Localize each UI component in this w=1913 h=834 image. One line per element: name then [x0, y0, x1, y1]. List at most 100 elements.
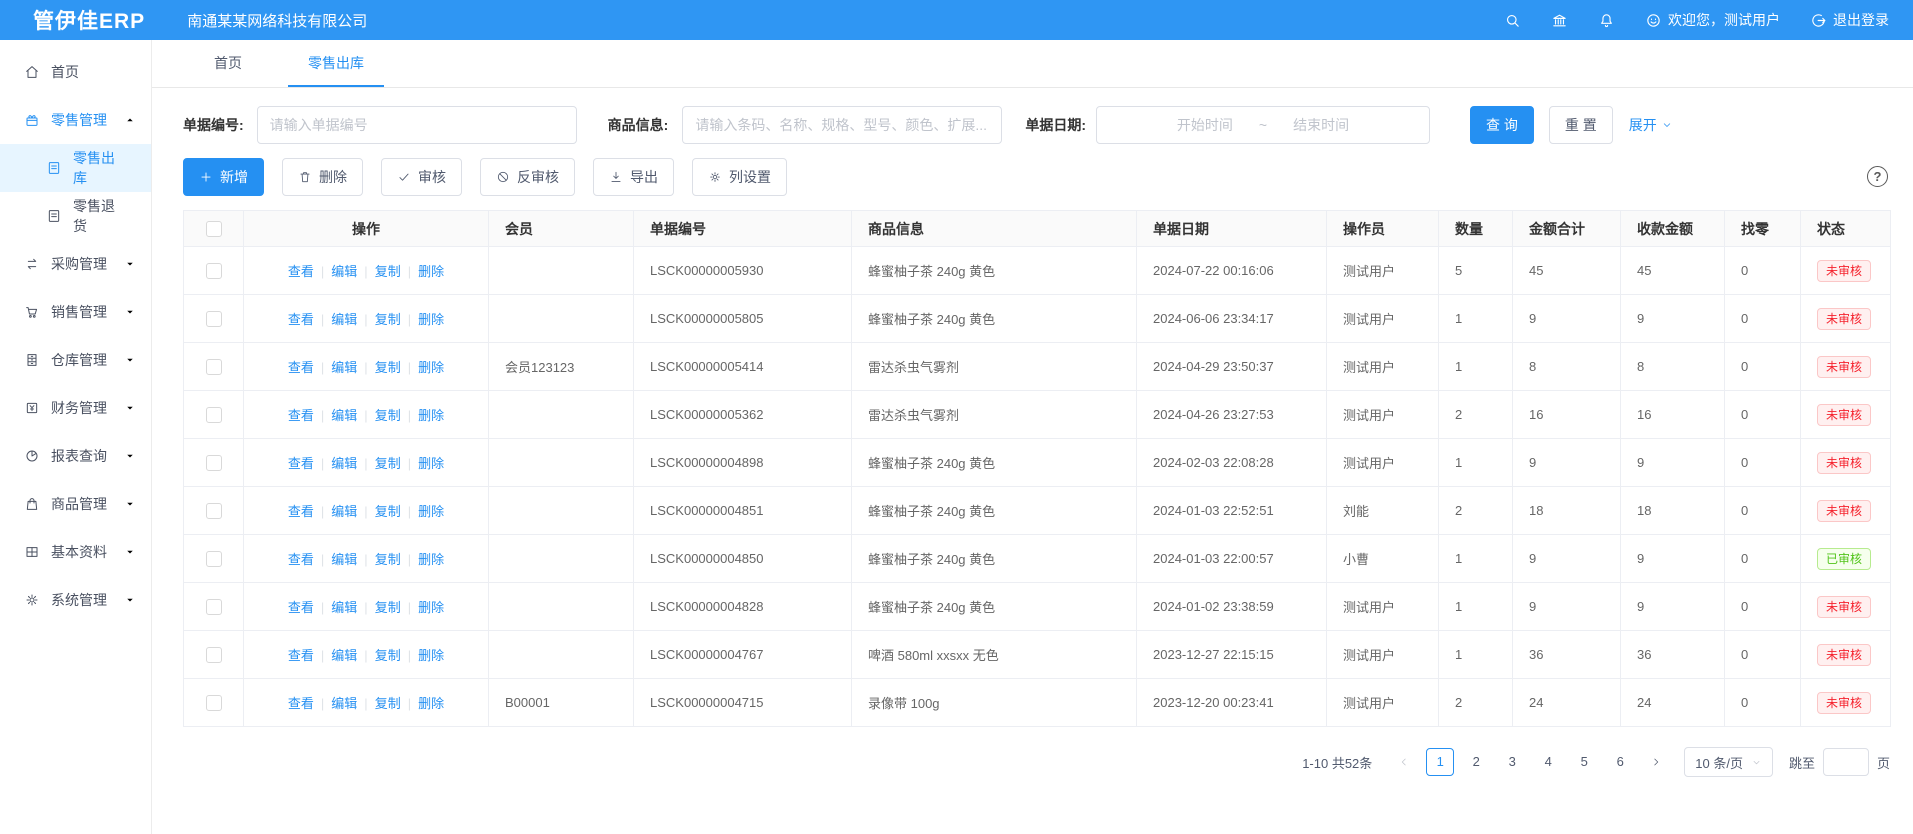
delete-link[interactable]: 删除 — [418, 360, 444, 375]
unaudit-button[interactable]: 反审核 — [480, 158, 575, 196]
sidebar-item-home[interactable]: 首页 — [0, 48, 151, 96]
copy-link[interactable]: 复制 — [375, 360, 401, 375]
header-platform-button[interactable] — [1551, 12, 1568, 29]
row-checkbox[interactable] — [206, 359, 222, 375]
header-search-button[interactable] — [1504, 12, 1521, 29]
sidebar-item-warehouse[interactable]: 仓库管理 — [0, 336, 151, 384]
edit-link[interactable]: 编辑 — [331, 504, 357, 519]
sidebar-item-report[interactable]: 报表查询 — [0, 432, 151, 480]
sidebar-item-label: 销售管理 — [51, 302, 107, 322]
header-notification-button[interactable] — [1598, 12, 1615, 29]
view-link[interactable]: 查看 — [288, 264, 314, 279]
edit-link[interactable]: 编辑 — [331, 600, 357, 615]
edit-link[interactable]: 编辑 — [331, 696, 357, 711]
tab-home[interactable]: 首页 — [194, 40, 262, 87]
logout-button[interactable]: 退出登录 — [1810, 10, 1889, 30]
delete-link[interactable]: 删除 — [418, 408, 444, 423]
row-checkbox[interactable] — [206, 263, 222, 279]
page-button-5[interactable]: 5 — [1570, 748, 1598, 776]
tab-retail-outbound[interactable]: 零售出库 — [288, 40, 384, 87]
page-button-4[interactable]: 4 — [1534, 748, 1562, 776]
delete-link[interactable]: 删除 — [418, 552, 444, 567]
row-checkbox[interactable] — [206, 647, 222, 663]
add-button[interactable]: 新增 — [183, 158, 264, 196]
audit-button[interactable]: 审核 — [381, 158, 462, 196]
row-checkbox[interactable] — [206, 503, 222, 519]
help-icon[interactable]: ? — [1867, 166, 1888, 187]
copy-link[interactable]: 复制 — [375, 504, 401, 519]
copy-link[interactable]: 复制 — [375, 696, 401, 711]
delete-link[interactable]: 删除 — [418, 648, 444, 663]
copy-link[interactable]: 复制 — [375, 264, 401, 279]
export-button[interactable]: 导出 — [593, 158, 674, 196]
next-page-button[interactable] — [1642, 748, 1670, 776]
view-link[interactable]: 查看 — [288, 408, 314, 423]
page-button-3[interactable]: 3 — [1498, 748, 1526, 776]
view-link[interactable]: 查看 — [288, 504, 314, 519]
status-badge: 已审核 — [1817, 548, 1871, 570]
sidebar-item-finance[interactable]: 财务管理 — [0, 384, 151, 432]
copy-link[interactable]: 复制 — [375, 600, 401, 615]
row-select-cell — [184, 631, 244, 679]
delete-link[interactable]: 删除 — [418, 504, 444, 519]
date-range-input[interactable]: 开始时间 ~ 结束时间 — [1096, 106, 1430, 144]
sidebar-item-sales[interactable]: 销售管理 — [0, 288, 151, 336]
expand-link[interactable]: 展开 — [1629, 115, 1673, 135]
view-link[interactable]: 查看 — [288, 600, 314, 615]
delete-link[interactable]: 删除 — [418, 600, 444, 615]
view-link[interactable]: 查看 — [288, 696, 314, 711]
edit-link[interactable]: 编辑 — [331, 360, 357, 375]
sidebar-item-retail[interactable]: 零售管理 — [0, 96, 151, 144]
sidebar-item-retail-outbound[interactable]: 零售出库 — [0, 144, 151, 192]
view-link[interactable]: 查看 — [288, 312, 314, 327]
sidebar-item-system[interactable]: 系统管理 — [0, 576, 151, 624]
copy-link[interactable]: 复制 — [375, 312, 401, 327]
view-link[interactable]: 查看 — [288, 648, 314, 663]
row-checkbox[interactable] — [206, 695, 222, 711]
view-link[interactable]: 查看 — [288, 552, 314, 567]
edit-link[interactable]: 编辑 — [331, 456, 357, 471]
view-link[interactable]: 查看 — [288, 360, 314, 375]
jump-page-input[interactable] — [1823, 748, 1869, 776]
copy-link[interactable]: 复制 — [375, 648, 401, 663]
delete-link[interactable]: 删除 — [418, 264, 444, 279]
edit-link[interactable]: 编辑 — [331, 264, 357, 279]
column-settings-button[interactable]: 列设置 — [692, 158, 787, 196]
row-checkbox[interactable] — [206, 311, 222, 327]
edit-link[interactable]: 编辑 — [331, 552, 357, 567]
sidebar-item-basic[interactable]: 基本资料 — [0, 528, 151, 576]
edit-link[interactable]: 编辑 — [331, 648, 357, 663]
product-input[interactable] — [682, 106, 1002, 144]
row-select-cell — [184, 583, 244, 631]
page-button-1[interactable]: 1 — [1426, 748, 1454, 776]
edit-link[interactable]: 编辑 — [331, 312, 357, 327]
order-no-input[interactable] — [257, 106, 577, 144]
delete-button[interactable]: 删除 — [282, 158, 363, 196]
sidebar-item-purchase[interactable]: 采购管理 — [0, 240, 151, 288]
view-link[interactable]: 查看 — [288, 456, 314, 471]
search-button[interactable]: 查 询 — [1470, 106, 1534, 144]
user-welcome[interactable]: 欢迎您，测试用户 — [1645, 10, 1780, 30]
reset-button[interactable]: 重 置 — [1549, 106, 1613, 144]
copy-link[interactable]: 复制 — [375, 552, 401, 567]
row-checkbox[interactable] — [206, 455, 222, 471]
delete-link[interactable]: 删除 — [418, 456, 444, 471]
sidebar-item-retail-return[interactable]: 零售退货 — [0, 192, 151, 240]
delete-link[interactable]: 删除 — [418, 696, 444, 711]
edit-link[interactable]: 编辑 — [331, 408, 357, 423]
prev-page-button[interactable] — [1390, 748, 1418, 776]
system-icon — [24, 592, 40, 608]
sidebar-item-goods[interactable]: 商品管理 — [0, 480, 151, 528]
table-row: 查看|编辑|复制|删除LSCK00000004851蜂蜜柚子茶 240g 黄色2… — [184, 487, 1891, 535]
copy-link[interactable]: 复制 — [375, 456, 401, 471]
delete-link[interactable]: 删除 — [418, 312, 444, 327]
copy-link[interactable]: 复制 — [375, 408, 401, 423]
page-button-2[interactable]: 2 — [1462, 748, 1490, 776]
row-checkbox[interactable] — [206, 599, 222, 615]
row-checkbox[interactable] — [206, 407, 222, 423]
row-checkbox[interactable] — [206, 551, 222, 567]
cell-date: 2023-12-20 00:23:41 — [1137, 679, 1327, 727]
page-button-6[interactable]: 6 — [1606, 748, 1634, 776]
select-all-checkbox[interactable] — [206, 221, 222, 237]
page-size-select[interactable]: 10 条/页 — [1684, 747, 1773, 777]
